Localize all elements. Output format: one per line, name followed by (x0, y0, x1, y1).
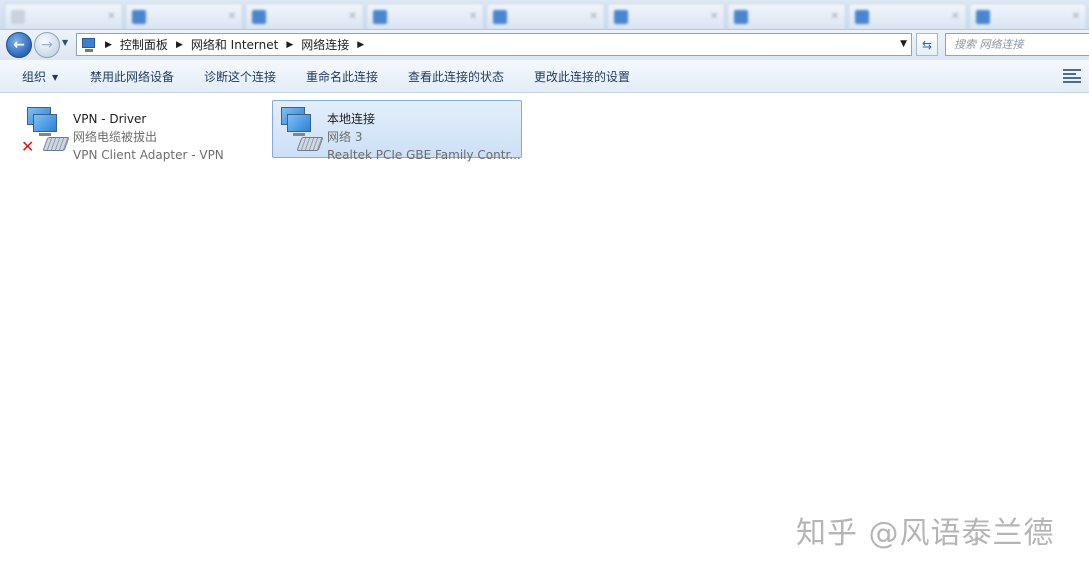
tab-close-icon[interactable]: ✕ (1072, 11, 1080, 22)
diagnose-button[interactable]: 诊断这个连接 (204, 68, 276, 85)
tab-page-icon (734, 9, 749, 24)
rename-button[interactable]: 重命名此连接 (306, 68, 378, 85)
refresh-button[interactable]: ⇆ (916, 33, 938, 56)
tab-page-icon (854, 9, 869, 24)
tab-page-icon (613, 9, 628, 24)
browser-tab[interactable]: ✕ (245, 3, 364, 29)
arrow-left-icon: ← (13, 37, 25, 53)
tab-close-icon[interactable]: ✕ (589, 11, 597, 22)
command-bar: 组织 ▼ 禁用此网络设备 诊断这个连接 重命名此连接 查看此连接的状态 更改此连接… (0, 60, 1089, 93)
tab-page-icon (372, 9, 387, 24)
search-box[interactable] (945, 33, 1089, 56)
address-bar[interactable]: ▶ 控制面板 ▶ 网络和 Internet ▶ 网络连接 ▶ ▼ (76, 33, 912, 56)
forward-button[interactable]: → (34, 32, 60, 58)
connection-adapter: Realtek PCIe GBE Family Contr... (327, 148, 521, 162)
connection-local-area[interactable]: 本地连接 网络 3 Realtek PCIe GBE Family Contr.… (272, 100, 522, 162)
chevron-down-icon: ▼ (52, 73, 59, 82)
tab-close-icon[interactable]: ✕ (348, 11, 356, 22)
browser-tab[interactable]: ✕ (486, 3, 605, 29)
watermark: 知乎 @风语泰兰德 (796, 516, 1055, 551)
tab-close-icon[interactable]: ✕ (228, 11, 236, 22)
organize-button[interactable]: 组织 ▼ (22, 68, 58, 85)
browser-tab[interactable]: ✕ (727, 3, 846, 29)
browser-tab[interactable]: ✕ (968, 3, 1088, 29)
control-panel-icon (81, 37, 97, 53)
breadcrumb-network-connections[interactable]: 网络连接 (301, 36, 349, 53)
refresh-icon: ⇆ (921, 37, 933, 52)
connection-status: 网络电缆被拔出 (73, 130, 158, 144)
organize-label: 组织 (22, 70, 47, 84)
view-status-button[interactable]: 查看此连接的状态 (408, 68, 504, 85)
tab-close-icon[interactable]: ✕ (469, 11, 477, 22)
chevron-right-icon[interactable]: ▶ (357, 40, 364, 50)
browser-tab[interactable]: ✕ (365, 3, 485, 29)
tab-close-icon[interactable]: ✕ (710, 11, 718, 22)
chevron-right-icon[interactable]: ▶ (105, 40, 112, 50)
network-cable-icon (296, 137, 324, 151)
back-button[interactable]: ← (6, 32, 32, 58)
connection-vpn-driver[interactable]: ✕ VPN - Driver 网络电缆被拔出 VPN Client Adapte… (18, 100, 258, 162)
network-cable-icon (42, 137, 70, 151)
network-adapter-icon (273, 101, 327, 155)
disable-device-button[interactable]: 禁用此网络设备 (90, 68, 174, 85)
browser-tab[interactable]: ✕ (4, 3, 123, 29)
address-dropdown-icon[interactable]: ▼ (900, 39, 907, 49)
history-dropdown-icon[interactable]: ▼ (62, 38, 68, 47)
tab-page-icon (493, 9, 508, 24)
arrow-right-icon: → (41, 37, 53, 53)
breadcrumb-control-panel[interactable]: 控制面板 (120, 36, 168, 53)
search-input[interactable] (954, 38, 1089, 51)
connections-list: ✕ VPN - Driver 网络电缆被拔出 VPN Client Adapte… (0, 94, 1089, 573)
tab-page-icon (252, 9, 267, 24)
chevron-right-icon[interactable]: ▶ (286, 40, 293, 50)
tab-close-icon[interactable]: ✕ (107, 11, 115, 22)
tab-page-icon (975, 9, 990, 24)
browser-tab[interactable]: ✕ (124, 3, 244, 29)
browser-tab[interactable]: ✕ (606, 3, 726, 29)
change-settings-button[interactable]: 更改此连接的设置 (534, 68, 630, 85)
browser-tab-strip: ✕ ✕ ✕ ✕ ✕ ✕ ✕ ✕ ✕ (0, 0, 1089, 30)
tab-page-icon (11, 9, 25, 24)
tab-close-icon[interactable]: ✕ (831, 11, 839, 22)
disconnected-x-icon: ✕ (21, 137, 35, 156)
browser-tab[interactable]: ✕ (847, 3, 967, 29)
connection-adapter: VPN Client Adapter - VPN (73, 148, 224, 162)
connection-status: 网络 3 (327, 130, 363, 144)
connection-name: 本地连接 (327, 112, 376, 126)
connection-name: VPN - Driver (73, 112, 147, 126)
tab-close-icon[interactable]: ✕ (951, 11, 959, 22)
breadcrumb-network-internet[interactable]: 网络和 Internet (191, 36, 278, 53)
tab-page-icon (131, 9, 146, 24)
view-options-icon[interactable] (1063, 68, 1081, 84)
chevron-right-icon[interactable]: ▶ (176, 40, 183, 50)
navigation-bar: ← → ▼ ▶ 控制面板 ▶ 网络和 Internet ▶ 网络连接 ▶ ▼ ⇆ (0, 30, 1089, 60)
network-adapter-icon: ✕ (19, 101, 73, 155)
